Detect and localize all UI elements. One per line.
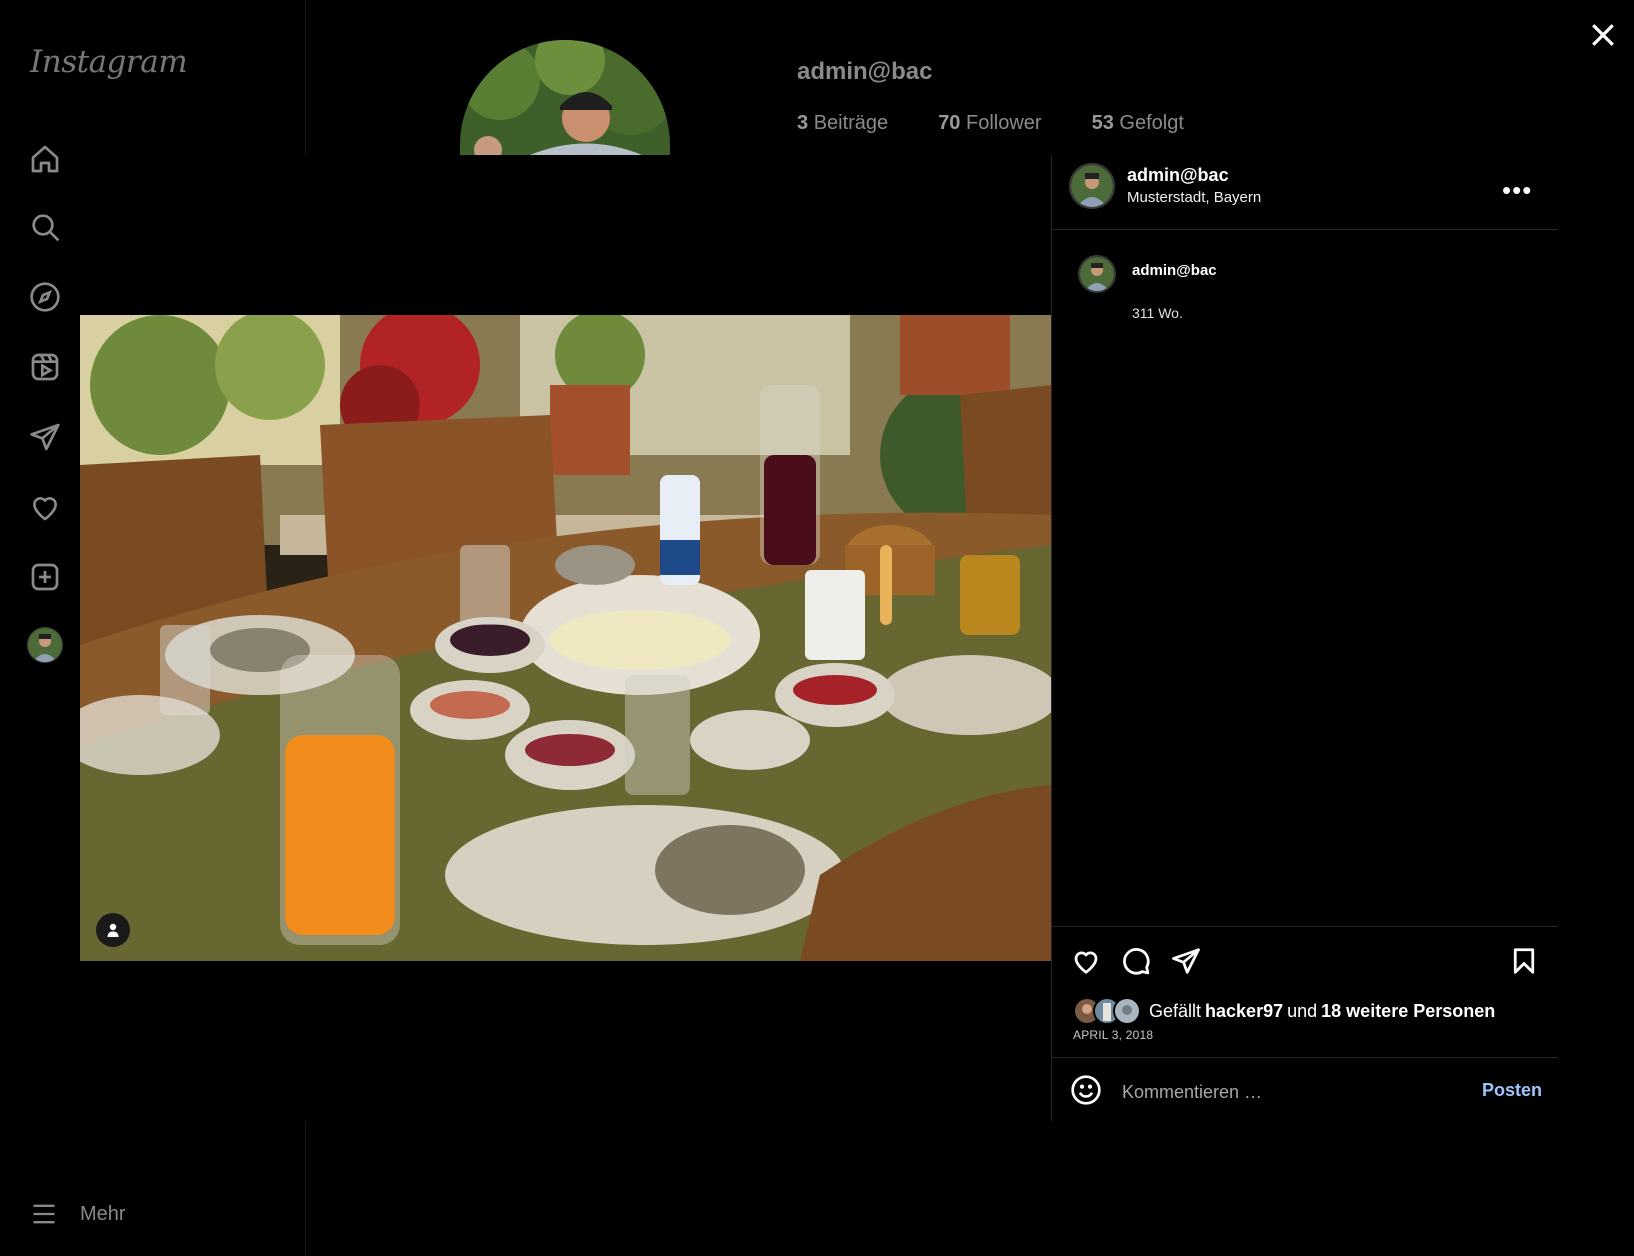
messages-icon[interactable] xyxy=(28,420,62,454)
create-icon[interactable] xyxy=(28,560,62,594)
likes-others[interactable]: 18 weitere Personen xyxy=(1321,1001,1495,1022)
post-date[interactable]: APRIL 3, 2018 xyxy=(1073,1028,1153,1042)
following-stat[interactable]: 53 Gefolgt xyxy=(1092,112,1184,135)
profile-picture[interactable] xyxy=(460,40,670,155)
reels-icon[interactable] xyxy=(28,350,62,384)
post-details-panel: admin@bac Musterstadt, Bayern ••• admin@… xyxy=(1051,155,1558,1121)
breakfast-table-image xyxy=(80,315,1051,961)
close-icon xyxy=(1592,24,1614,46)
share-icon[interactable] xyxy=(1168,943,1204,979)
author-avatar[interactable] xyxy=(1069,163,1115,209)
tagged-users-button[interactable] xyxy=(96,913,130,947)
like-icon[interactable] xyxy=(1068,943,1104,979)
followers-stat[interactable]: 70 Follower xyxy=(938,112,1041,135)
post-modal: admin@bac Musterstadt, Bayern ••• admin@… xyxy=(80,155,1558,1121)
bookmark-icon[interactable] xyxy=(1506,943,1542,979)
likes-user[interactable]: hacker97 xyxy=(1205,1001,1283,1022)
caption-username[interactable]: admin@bac xyxy=(1132,262,1217,279)
profile-stats: 3 Beiträge 70 Follower 53 Gefolgt xyxy=(797,112,1184,135)
hamburger-icon xyxy=(33,1204,55,1224)
post-comment-button[interactable]: Posten xyxy=(1482,1080,1542,1101)
likes-prefix: Gefällt xyxy=(1149,1000,1202,1021)
author-username[interactable]: admin@bac xyxy=(1127,165,1229,186)
profile-username: admin@bac xyxy=(797,58,933,85)
heart-icon[interactable] xyxy=(28,490,62,524)
home-icon[interactable] xyxy=(28,142,62,176)
post-photo[interactable] xyxy=(80,315,1051,961)
post-header: admin@bac Musterstadt, Bayern ••• xyxy=(1052,155,1558,230)
emoji-icon[interactable] xyxy=(1070,1074,1102,1106)
comment-icon[interactable] xyxy=(1118,943,1154,979)
user-tag-icon xyxy=(107,923,119,937)
profile-avatar[interactable] xyxy=(27,627,63,663)
likes-summary[interactable]: Gefällt hacker97 und 18 weitere Personen xyxy=(1073,997,1499,1025)
explore-icon[interactable] xyxy=(28,280,62,314)
liker-avatars xyxy=(1073,997,1141,1025)
caption-avatar[interactable] xyxy=(1078,255,1116,293)
post-location[interactable]: Musterstadt, Bayern xyxy=(1127,189,1261,206)
instagram-logo[interactable]: Instagram xyxy=(30,44,188,80)
likes-and: und xyxy=(1287,1000,1318,1021)
more-options-icon[interactable]: ••• xyxy=(1502,175,1532,206)
liker-avatar xyxy=(1113,997,1141,1025)
close-button[interactable] xyxy=(1586,18,1620,52)
post-actions xyxy=(1052,926,1558,1007)
comment-input[interactable] xyxy=(1120,1076,1464,1108)
comment-bar: Posten xyxy=(1052,1057,1558,1122)
more-label: Mehr xyxy=(80,1202,126,1225)
more-menu[interactable]: Mehr xyxy=(30,1200,126,1228)
posts-stat[interactable]: 3 Beiträge xyxy=(797,112,888,135)
caption-timestamp[interactable]: 311 Wo. xyxy=(1132,305,1183,321)
search-icon[interactable] xyxy=(28,210,62,244)
